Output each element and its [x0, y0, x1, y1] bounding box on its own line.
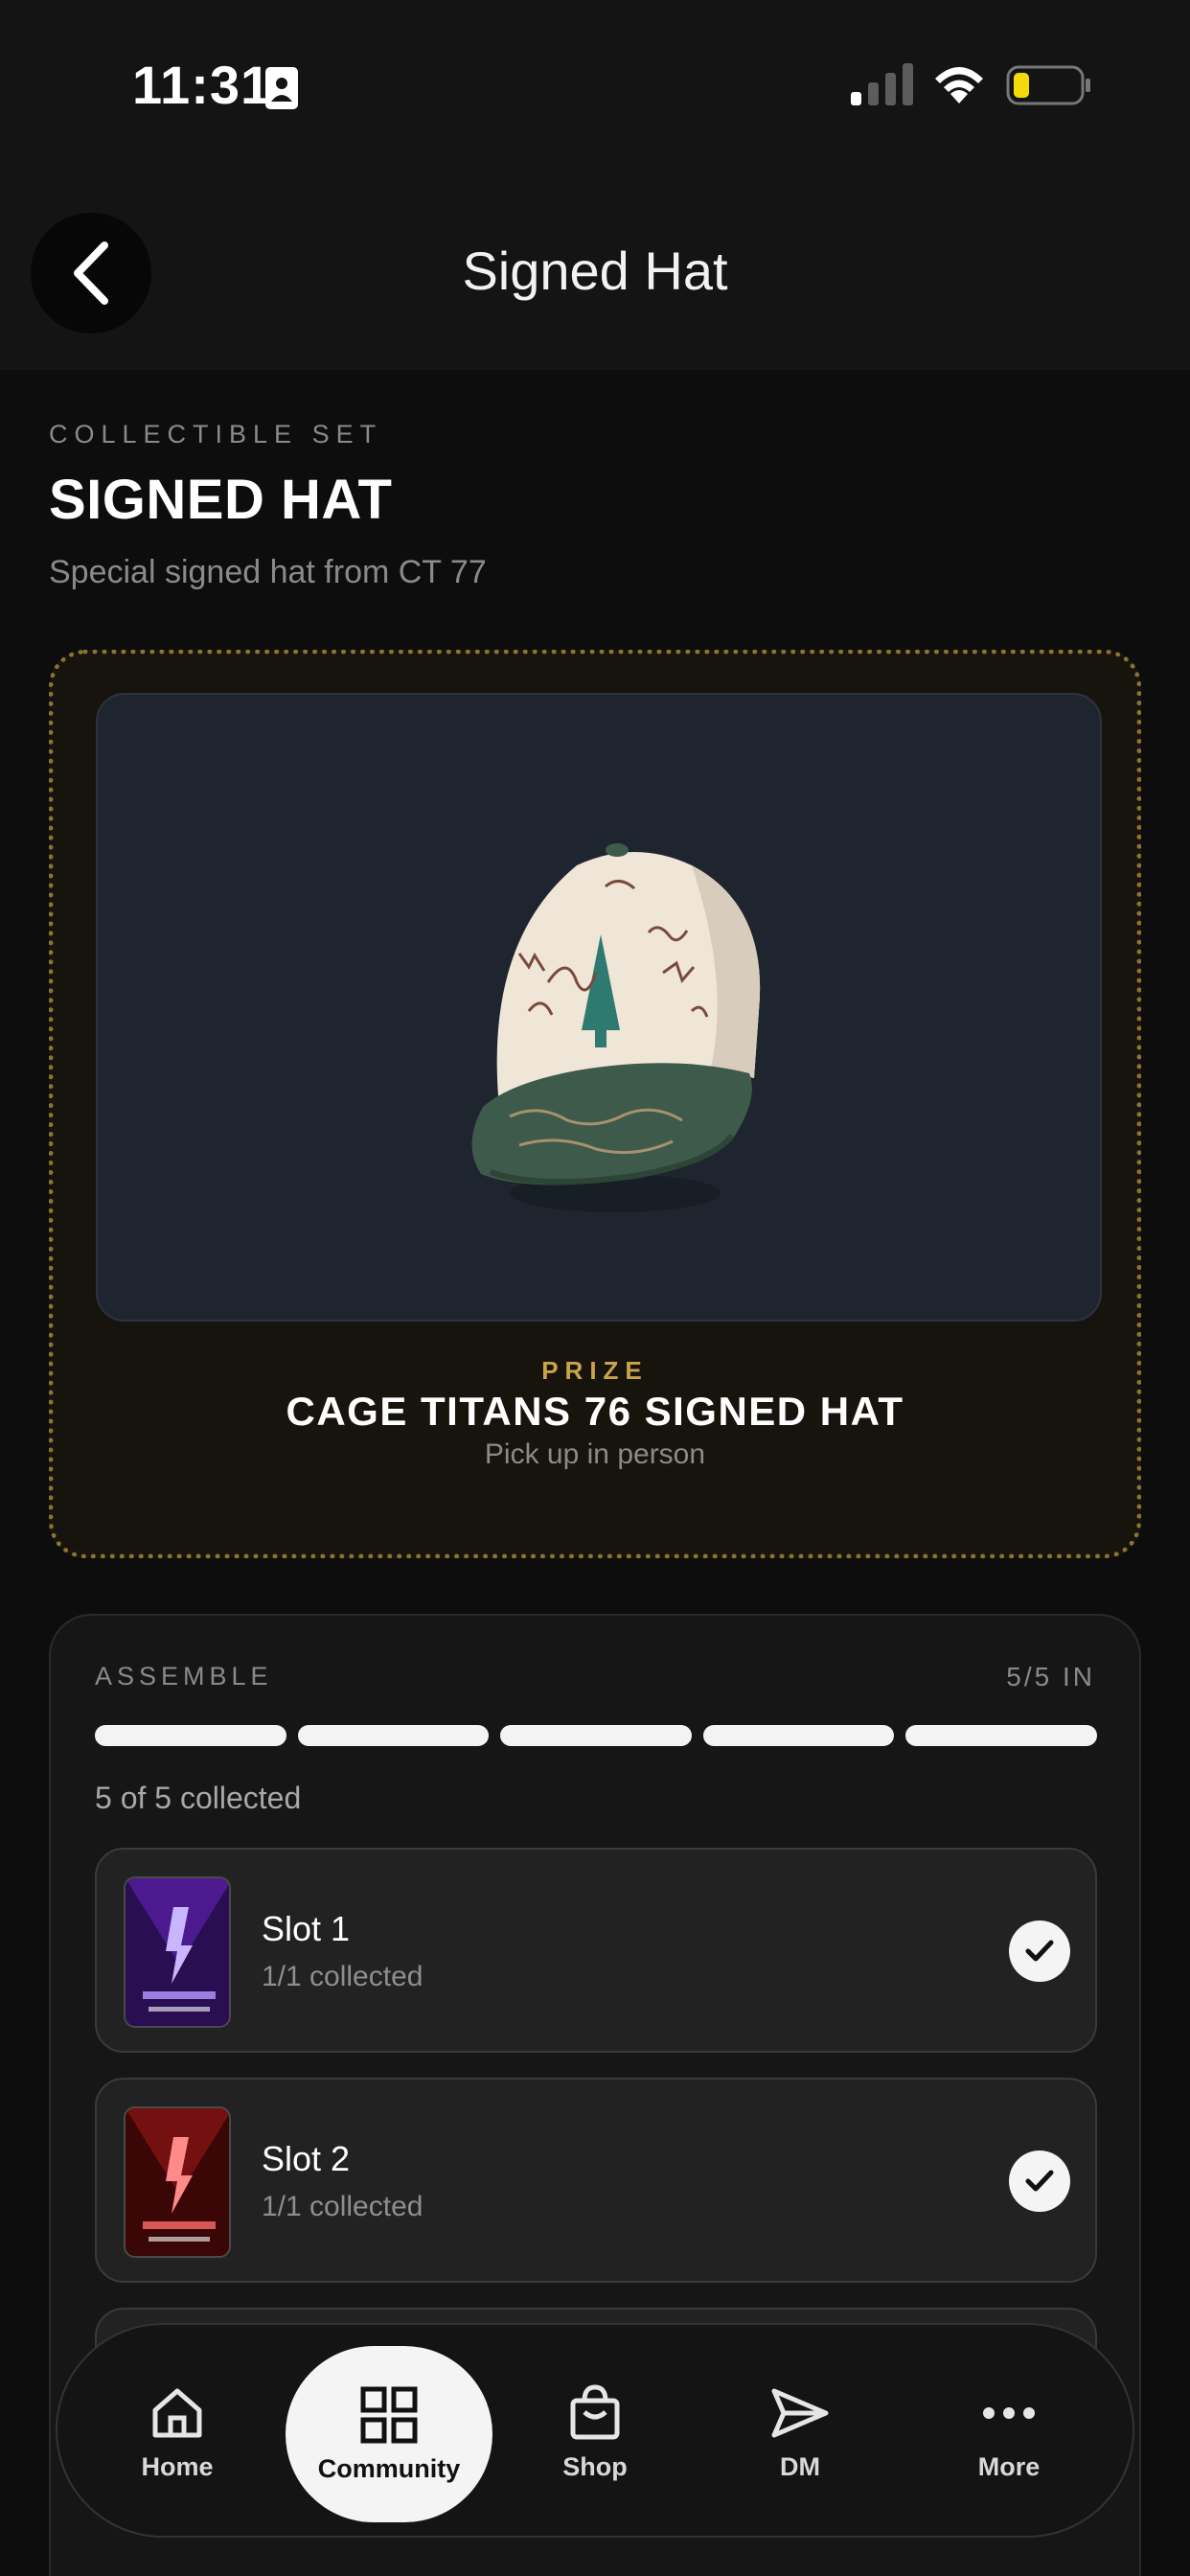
more-dots-icon — [983, 2406, 1035, 2419]
prize-title: CAGE TITANS 76 SIGNED HAT — [286, 1389, 904, 1434]
assemble-count: 5/5 IN — [1006, 1662, 1095, 1691]
tab-label: Shop — [562, 2451, 628, 2481]
wifi-icon — [935, 67, 983, 104]
status-bar: 11:31 — [0, 0, 1190, 172]
prize-subtitle: Pick up in person — [484, 1438, 706, 1470]
signed-hat-illustration — [471, 843, 761, 1212]
slot-name: Slot 1 — [262, 1909, 351, 1948]
progress-segment — [500, 1725, 692, 1746]
tab-label: Community — [317, 2453, 461, 2483]
page-title: Signed Hat — [462, 241, 728, 301]
tab-home[interactable]: Home — [115, 2325, 240, 2540]
battery-low-icon — [1006, 65, 1090, 105]
home-icon — [152, 2388, 202, 2437]
tab-shop[interactable]: Shop — [533, 2325, 657, 2540]
set-subtitle: Special signed hat from CT 77 — [49, 554, 487, 590]
tab-label: Home — [141, 2451, 214, 2481]
check-icon — [1009, 1920, 1070, 1982]
slot-item[interactable]: Slot 2 1/1 collected — [95, 2078, 1097, 2283]
set-eyebrow: COLLECTIBLE SET — [49, 420, 383, 448]
progress-segment — [702, 1725, 895, 1746]
slot-status: 1/1 collected — [262, 1961, 423, 1992]
grid-icon — [360, 2386, 418, 2443]
send-icon — [771, 2388, 829, 2437]
status-time: 11:31 — [132, 55, 272, 115]
slot-thumbnail — [124, 1876, 231, 2028]
tab-community[interactable]: Community — [286, 2346, 492, 2522]
moments-card-icon — [126, 1878, 229, 2026]
prize-card[interactable]: PRIZE CAGE TITANS 76 SIGNED HAT Pick up … — [49, 650, 1141, 1558]
progress-segment — [95, 1725, 286, 1746]
check-icon — [1009, 2150, 1070, 2212]
prize-image — [96, 693, 1102, 1322]
progress-segment — [297, 1725, 490, 1746]
cellular-signal-icon — [851, 63, 913, 105]
tab-label: More — [977, 2451, 1041, 2481]
assemble-label: ASSEMBLE — [95, 1662, 273, 1690]
tab-more[interactable]: More — [947, 2325, 1071, 2540]
tab-dm[interactable]: DM — [738, 2325, 862, 2540]
slot-name: Slot 2 — [262, 2139, 351, 2178]
slot-thumbnail — [124, 2106, 231, 2258]
set-title: SIGNED HAT — [49, 469, 393, 531]
tab-bar: Home Community Shop DM More — [56, 2323, 1134, 2538]
slot-item[interactable]: Slot 1 1/1 collected — [95, 1848, 1097, 2053]
shopping-bag-icon — [570, 2383, 620, 2439]
moments-card-icon — [126, 2108, 229, 2256]
tab-label: DM — [780, 2451, 820, 2481]
collected-text: 5 of 5 collected — [95, 1781, 302, 1815]
progress-segment — [905, 1725, 1097, 1746]
prize-eyebrow: PRIZE — [541, 1356, 649, 1385]
id-card-icon — [265, 67, 298, 109]
progress-bar — [95, 1725, 1097, 1746]
slot-status: 1/1 collected — [262, 2191, 423, 2222]
